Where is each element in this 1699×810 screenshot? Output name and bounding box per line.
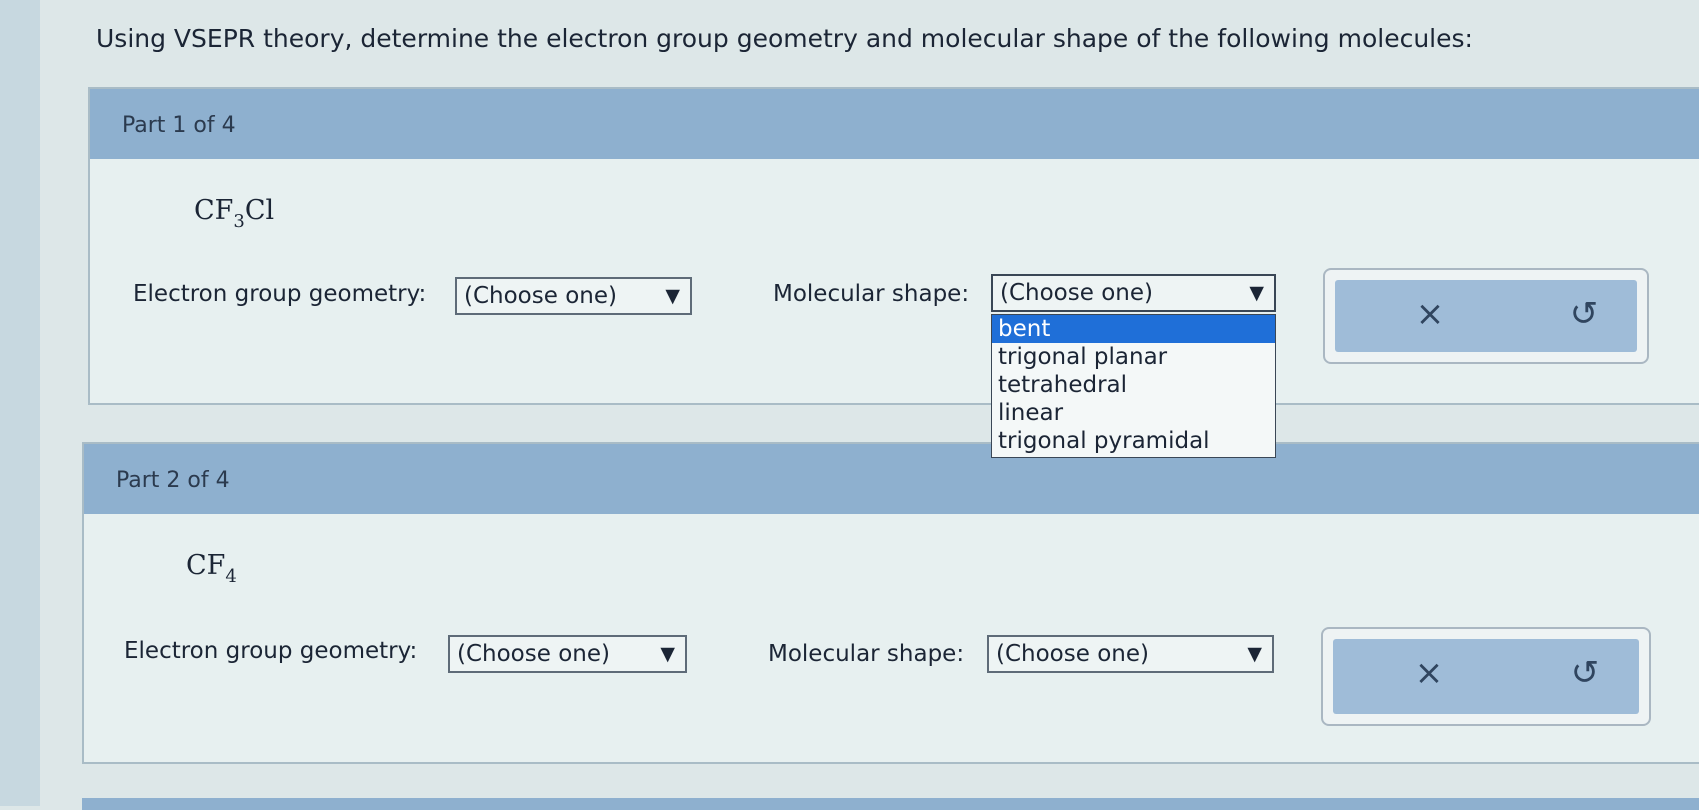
undo-icon[interactable]: ↺ [1565,653,1605,693]
part-3-header-edge [82,798,1699,810]
part-2-title: Part 2 of 4 [116,468,230,493]
part-2-shape-select[interactable]: (Choose one) ▼ [987,635,1274,673]
part-2-action-bar: × ↺ [1333,639,1639,714]
part-1-shape-options-list: bent trigonal planar tetrahedral linear … [991,314,1276,458]
instructions-text: Using VSEPR theory, determine the electr… [96,24,1473,53]
part-1-shape-label: Molecular shape: [773,281,970,307]
part-2-geometry-label: Electron group geometry: [124,638,418,664]
left-edge-strip [0,0,40,806]
part-2-formula: CF4 [186,550,237,587]
triangle-down-icon: ▼ [1249,282,1264,304]
part-1-shape-select[interactable]: (Choose one) ▼ [991,274,1276,312]
part-1-action-panel: × ↺ [1323,268,1649,364]
option-bent[interactable]: bent [992,315,1275,343]
triangle-down-icon: ▼ [1247,643,1262,665]
part-2-geometry-select-value: (Choose one) [457,641,610,667]
part-2-geometry-select[interactable]: (Choose one) ▼ [448,635,687,673]
part-2-header: Part 2 of 4 [84,444,1699,514]
close-icon[interactable]: × [1410,294,1450,334]
triangle-down-icon: ▼ [660,643,675,665]
option-linear[interactable]: linear [992,399,1275,427]
close-icon[interactable]: × [1409,653,1449,693]
part-1-action-bar: × ↺ [1335,280,1637,352]
part-1-title: Part 1 of 4 [122,113,236,138]
option-trigonal-pyramidal[interactable]: trigonal pyramidal [992,427,1275,455]
triangle-down-icon: ▼ [665,285,680,307]
part-2-action-panel: × ↺ [1321,627,1651,726]
part-1-header: Part 1 of 4 [90,89,1699,159]
undo-icon[interactable]: ↺ [1564,294,1604,334]
part-2-shape-select-value: (Choose one) [996,641,1149,667]
part-1-geometry-label: Electron group geometry: [133,281,427,307]
part-1-geometry-select[interactable]: (Choose one) ▼ [455,277,692,315]
part-1-geometry-select-value: (Choose one) [464,283,617,309]
part-2-shape-label: Molecular shape: [768,641,965,667]
part-1-shape-select-value: (Choose one) [1000,280,1153,306]
option-tetrahedral[interactable]: tetrahedral [992,371,1275,399]
option-trigonal-planar[interactable]: trigonal planar [992,343,1275,371]
part-1-formula: CF3Cl [194,195,275,232]
